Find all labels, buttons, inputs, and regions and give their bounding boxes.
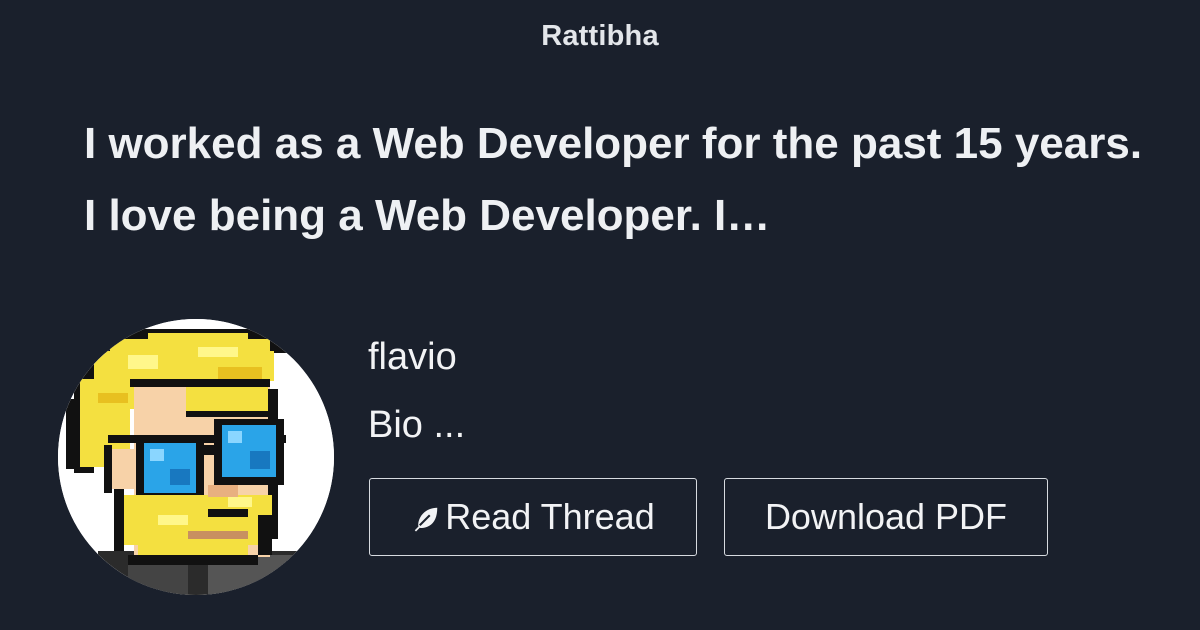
- avatar: [58, 319, 334, 595]
- share-card: Rattibha I worked as a Web Developer for…: [0, 0, 1200, 630]
- download-pdf-button[interactable]: Download PDF: [724, 478, 1048, 556]
- read-thread-button[interactable]: Read Thread: [369, 478, 697, 556]
- feather-icon: [411, 504, 441, 534]
- brand-name: Rattibha: [541, 20, 659, 52]
- thread-title: I worked as a Web Developer for the past…: [84, 119, 1143, 240]
- download-pdf-label: Download PDF: [764, 496, 1008, 537]
- author-username: flavio: [368, 336, 457, 378]
- author-bio: Bio ...: [368, 404, 466, 446]
- read-thread-label: Read Thread: [445, 496, 655, 537]
